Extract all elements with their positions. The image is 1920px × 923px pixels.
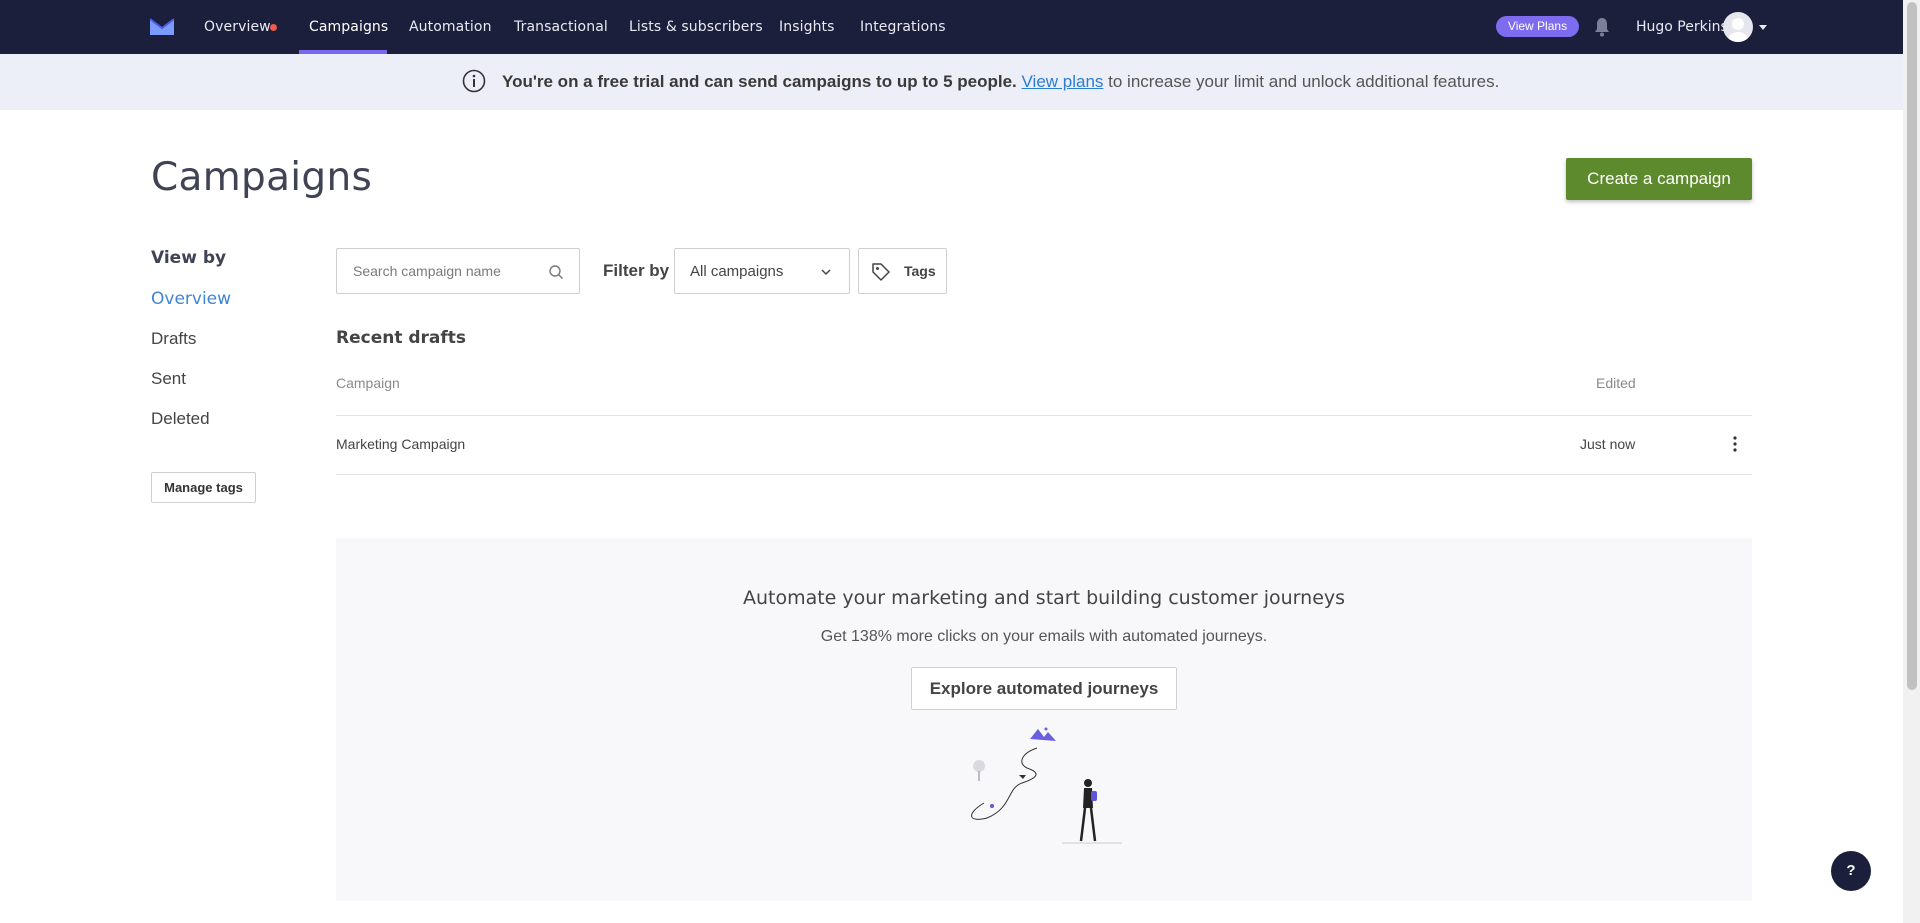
journey-illustration	[971, 727, 1122, 844]
nav-campaigns[interactable]: Campaigns	[309, 0, 388, 54]
sidebar-item-drafts[interactable]: Drafts	[151, 329, 196, 349]
bell-icon[interactable]	[1594, 17, 1610, 37]
user-menu-caret-icon[interactable]	[1759, 25, 1767, 30]
table-divider	[336, 415, 1752, 416]
explore-journeys-button[interactable]: Explore automated journeys	[911, 667, 1177, 710]
search-box	[336, 248, 580, 294]
view-by-heading: View by	[151, 248, 227, 268]
create-campaign-button[interactable]: Create a campaign	[1566, 158, 1752, 200]
tags-label: Tags	[904, 263, 936, 279]
view-plans-button[interactable]: View Plans	[1496, 16, 1579, 37]
nav-automation[interactable]: Automation	[409, 0, 492, 54]
page-title: Campaigns	[151, 155, 373, 200]
recent-drafts-title: Recent drafts	[336, 328, 467, 348]
view-plans-link[interactable]: View plans	[1022, 72, 1104, 91]
info-icon	[462, 69, 486, 93]
column-header-campaign: Campaign	[336, 375, 400, 391]
search-icon[interactable]	[548, 264, 564, 280]
edited-time: Just now	[1580, 436, 1636, 452]
user-avatar-icon	[1728, 18, 1748, 42]
campaign-name[interactable]: Marketing Campaign	[336, 436, 465, 452]
banner-bold-text: You're on a free trial and can send camp…	[502, 72, 1017, 91]
more-options-icon[interactable]	[1729, 435, 1741, 453]
manage-tags-button[interactable]: Manage tags	[151, 472, 256, 503]
help-button[interactable]: ?	[1831, 851, 1871, 891]
table-divider	[336, 474, 1752, 475]
campaign-filter-select[interactable]: All campaigns	[674, 248, 850, 294]
nav-lists-subscribers[interactable]: Lists & subscribers	[629, 0, 763, 54]
promo-subtitle: Get 138% more clicks on your emails with…	[820, 628, 1268, 645]
banner-text: You're on a free trial and can send camp…	[502, 54, 1499, 110]
brand-logo-icon[interactable]	[150, 17, 174, 37]
scrollbar-thumb[interactable]	[1907, 2, 1917, 690]
column-header-edited: Edited	[1596, 375, 1636, 391]
vertical-scrollbar[interactable]	[1903, 0, 1920, 923]
filter-by-label: Filter by	[603, 261, 670, 280]
sidebar-item-sent[interactable]: Sent	[151, 369, 186, 389]
top-nav: Overview Campaigns Automation Transactio…	[0, 0, 1903, 54]
sidebar-item-overview[interactable]: Overview	[151, 289, 231, 309]
user-name[interactable]: Hugo Perkins	[1636, 0, 1728, 54]
promo-title: Automate your marketing and start buildi…	[742, 587, 1346, 609]
filter-select-value: All campaigns	[690, 263, 784, 280]
tags-button[interactable]: Tags	[858, 248, 947, 294]
tag-icon	[872, 263, 890, 281]
nav-transactional[interactable]: Transactional	[514, 0, 608, 54]
chevron-down-icon	[821, 269, 831, 276]
notification-dot	[270, 24, 277, 31]
trial-banner: You're on a free trial and can send camp…	[0, 54, 1903, 110]
nav-insights[interactable]: Insights	[779, 0, 835, 54]
sidebar-item-deleted[interactable]: Deleted	[151, 409, 210, 429]
nav-overview[interactable]: Overview	[204, 0, 271, 54]
banner-rest-text: to increase your limit and unlock additi…	[1103, 72, 1500, 91]
search-input[interactable]	[351, 261, 541, 281]
nav-integrations[interactable]: Integrations	[860, 0, 946, 54]
automation-promo-card: Automate your marketing and start buildi…	[336, 538, 1752, 901]
avatar[interactable]	[1723, 12, 1753, 42]
